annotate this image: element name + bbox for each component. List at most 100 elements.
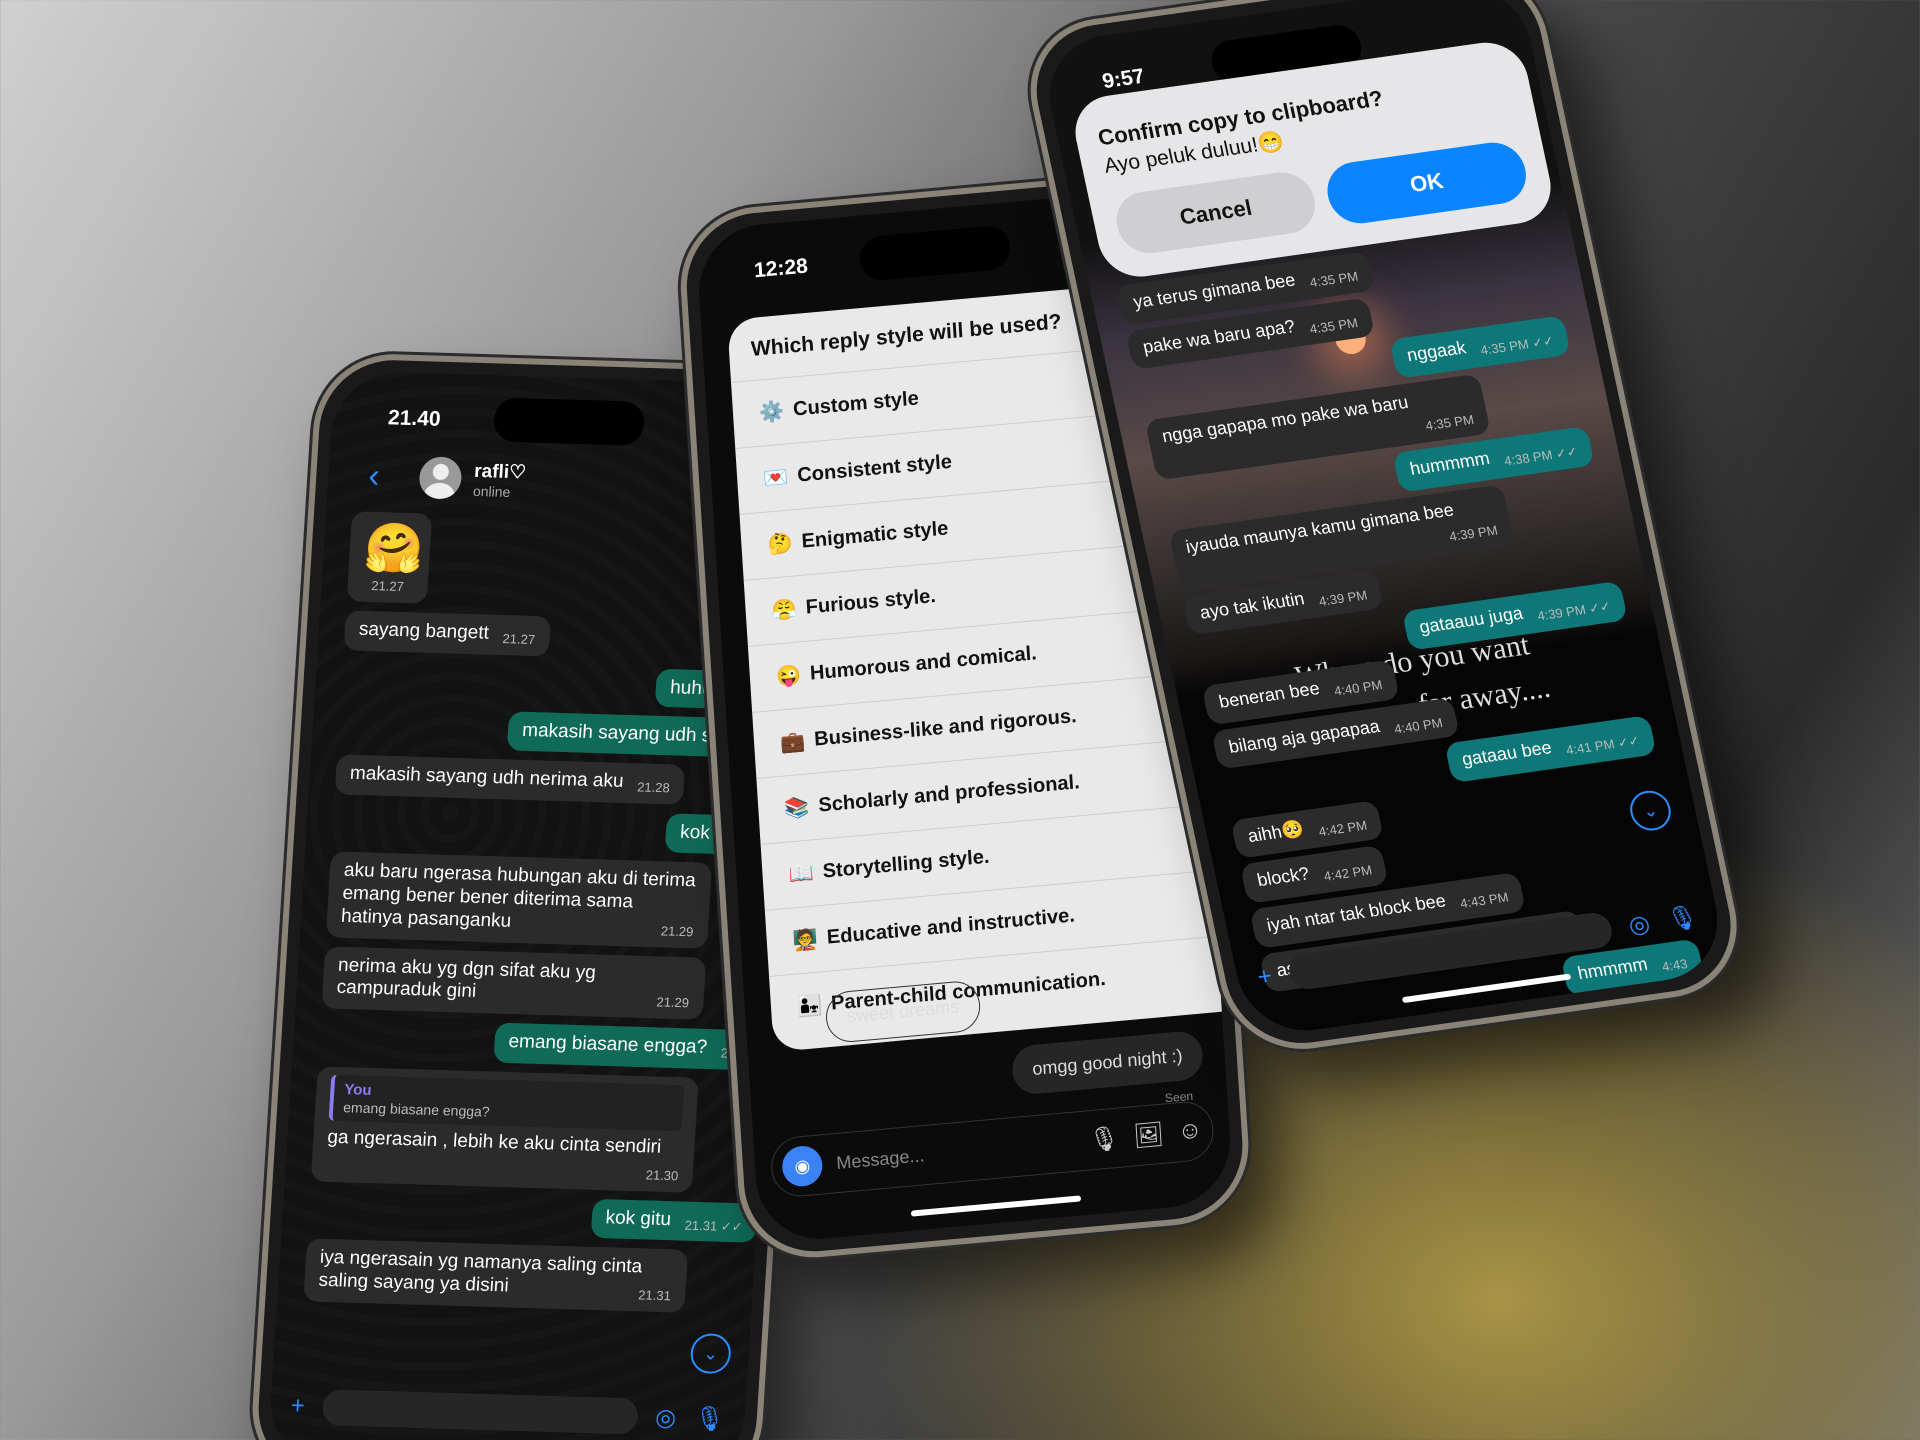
message-text: ya terus gimana bee (1131, 269, 1298, 312)
option-icon: 💼 (779, 730, 806, 755)
message-time: 21.31 ✓✓ (684, 1217, 744, 1235)
option-icon: 👨‍👧 (796, 994, 823, 1019)
message-text: beneran bee (1217, 677, 1322, 712)
sticker: 🤗 (362, 521, 426, 577)
message-text: aku baru ngerasa hubungan aku di terima … (340, 860, 697, 932)
ok-button[interactable]: OK (1321, 138, 1532, 228)
message-time: 4:43 (1660, 956, 1689, 975)
message-text: aihh🥺 (1245, 818, 1306, 846)
message-bubble: gataau bee 4:41 PM ✓✓ (1444, 715, 1657, 783)
message-text: emang biasane engga? (507, 1030, 708, 1058)
option-icon: ⚙️ (758, 400, 785, 425)
message-time: 21.27 (502, 631, 536, 648)
microphone-icon[interactable]: 🎙 (1088, 1123, 1120, 1155)
cancel-button[interactable]: Cancel (1110, 168, 1321, 258)
message-text: nggaak (1405, 337, 1468, 366)
dynamic-island (858, 224, 1012, 282)
message-text: ga ngerasain , lebih ke aku cinta sendir… (326, 1127, 662, 1159)
message-text: gataauu juga (1417, 603, 1525, 638)
message-text: hmmmm (1575, 953, 1650, 984)
message-text: nerima aku yg dgn sifat aku yg campuradu… (336, 954, 597, 1003)
message-bubble: gataauu juga 4:39 PM ✓✓ (1401, 581, 1628, 651)
option-icon: 📚 (783, 796, 811, 821)
message-bubble: nggaak 4:35 PM ✓✓ (1389, 315, 1571, 379)
message-time: 21.31 (637, 1287, 672, 1304)
option-label: Custom style (792, 387, 920, 421)
message-text: ngga gapapa mo pake wa baru (1160, 391, 1411, 447)
message-bubble: sayang bangett 21.27 (343, 610, 551, 657)
sticker-icon[interactable]: ☺ (1177, 1116, 1203, 1146)
message-time: 4:38 PM ✓✓ (1502, 443, 1580, 469)
message-text: pake wa baru apa? (1140, 315, 1297, 357)
message-time: 4:39 PM (1317, 587, 1369, 609)
message-bubble: 🤗 21.27 (346, 511, 433, 604)
gallery-icon[interactable]: 🖼 (1132, 1119, 1164, 1151)
message-text: hummmm (1408, 447, 1492, 479)
camera-icon[interactable]: ◉ (781, 1144, 824, 1188)
status-clock: 9:57 (1100, 64, 1147, 94)
message-time: 21.29 (660, 923, 694, 940)
message-time: 4:39 PM ✓✓ (1536, 598, 1613, 624)
option-label: Storytelling style. (821, 845, 991, 883)
option-icon: 📖 (788, 862, 815, 887)
back-chevron-icon[interactable]: ‹ (367, 456, 381, 495)
message-bubble: peyukk duyuu☹️ 4:43 PM (1278, 1012, 1509, 1039)
scroll-down-icon[interactable]: ⌄ (689, 1333, 732, 1375)
message-input[interactable] (321, 1389, 639, 1435)
message-time: 4:43 PM (1441, 1030, 1492, 1039)
message-text: makasih sayang udh nerima aku (349, 762, 625, 793)
option-icon: 🤔 (766, 532, 794, 557)
message-time: 4:35 PM (1308, 314, 1360, 337)
message-time: 4:43 PM (1458, 889, 1510, 911)
message-time: 4:40 PM (1332, 677, 1384, 699)
message-time: 21.27 (370, 577, 405, 594)
reply-quote: You emang biasane engga? (328, 1074, 684, 1132)
message-time: 4:39 PM (1447, 522, 1500, 545)
option-label: Consistent style (796, 450, 953, 487)
message-text: iyauda maunya kamu gimana bee (1183, 499, 1456, 557)
message-time: 21.28 (636, 779, 671, 796)
option-label: Furious style. (805, 584, 937, 619)
message-time: 21.29 (656, 994, 690, 1011)
message-bubble: nerima aku yg dgn sifat aku yg campuradu… (321, 945, 706, 1020)
message-time: 21.30 (645, 1167, 679, 1184)
message-time: 4:40 PM (1392, 714, 1444, 737)
dynamic-island (492, 397, 646, 446)
contact-name[interactable]: rafli♡ (474, 459, 527, 484)
message-time: 4:42 PM (1317, 817, 1369, 839)
option-icon: 😜 (775, 664, 802, 689)
option-label: Educative and instructive. (826, 904, 1076, 949)
microphone-icon[interactable]: 🎙 (1664, 902, 1701, 935)
camera-icon[interactable]: ◎ (1626, 909, 1653, 940)
message-time: 4:35 PM (1308, 268, 1360, 291)
message-text: sayang bangett (358, 618, 490, 644)
avatar[interactable] (418, 456, 464, 500)
quote-text: emang biasane engga? (342, 1098, 491, 1120)
message-text: gataau bee (1460, 737, 1554, 770)
message-text: iya ngerasain yg namanya saling cinta sa… (317, 1247, 643, 1297)
message-time: 4:35 PM (1424, 412, 1476, 434)
option-icon: 💌 (762, 466, 790, 491)
message-text: kok gitu (604, 1206, 672, 1230)
plus-icon[interactable]: + (290, 1392, 306, 1420)
option-label: Humorous and comical. (809, 642, 1038, 685)
message-text: bilang aja gapapaa (1226, 715, 1382, 757)
message-bubble: makasih sayang udh nerima aku 21.28 (334, 754, 686, 805)
camera-icon[interactable]: ◎ (654, 1403, 677, 1433)
microphone-icon[interactable]: 🎙 (693, 1404, 725, 1434)
message-time: 4:35 PM ✓✓ (1479, 333, 1556, 359)
message-time: 4:41 PM ✓✓ (1564, 732, 1641, 758)
input-bar: + ◎ 🎙 (289, 1385, 726, 1440)
option-icon: 😤 (771, 598, 798, 623)
message-bubble: aku baru ngerasa hubungan aku di terima … (325, 851, 712, 949)
option-icon: 🧑‍🏫 (792, 928, 819, 953)
message-input[interactable]: Message... (836, 1131, 1076, 1173)
message-bubble: kok gitu 21.31 ✓✓ (590, 1198, 759, 1244)
status-clock: 21.40 (387, 406, 442, 431)
option-label: Business-like and rigorous. (813, 705, 1078, 751)
sent-message: omgg good night :) (1010, 1029, 1205, 1096)
message-bubble: You emang biasane engga? ga ngerasain , le… (310, 1065, 699, 1193)
message-time: 4:42 PM (1322, 862, 1374, 885)
message-bar: ◉ Message... 🎙 🖼 ☺ (769, 1099, 1216, 1199)
home-indicator (910, 1195, 1082, 1217)
